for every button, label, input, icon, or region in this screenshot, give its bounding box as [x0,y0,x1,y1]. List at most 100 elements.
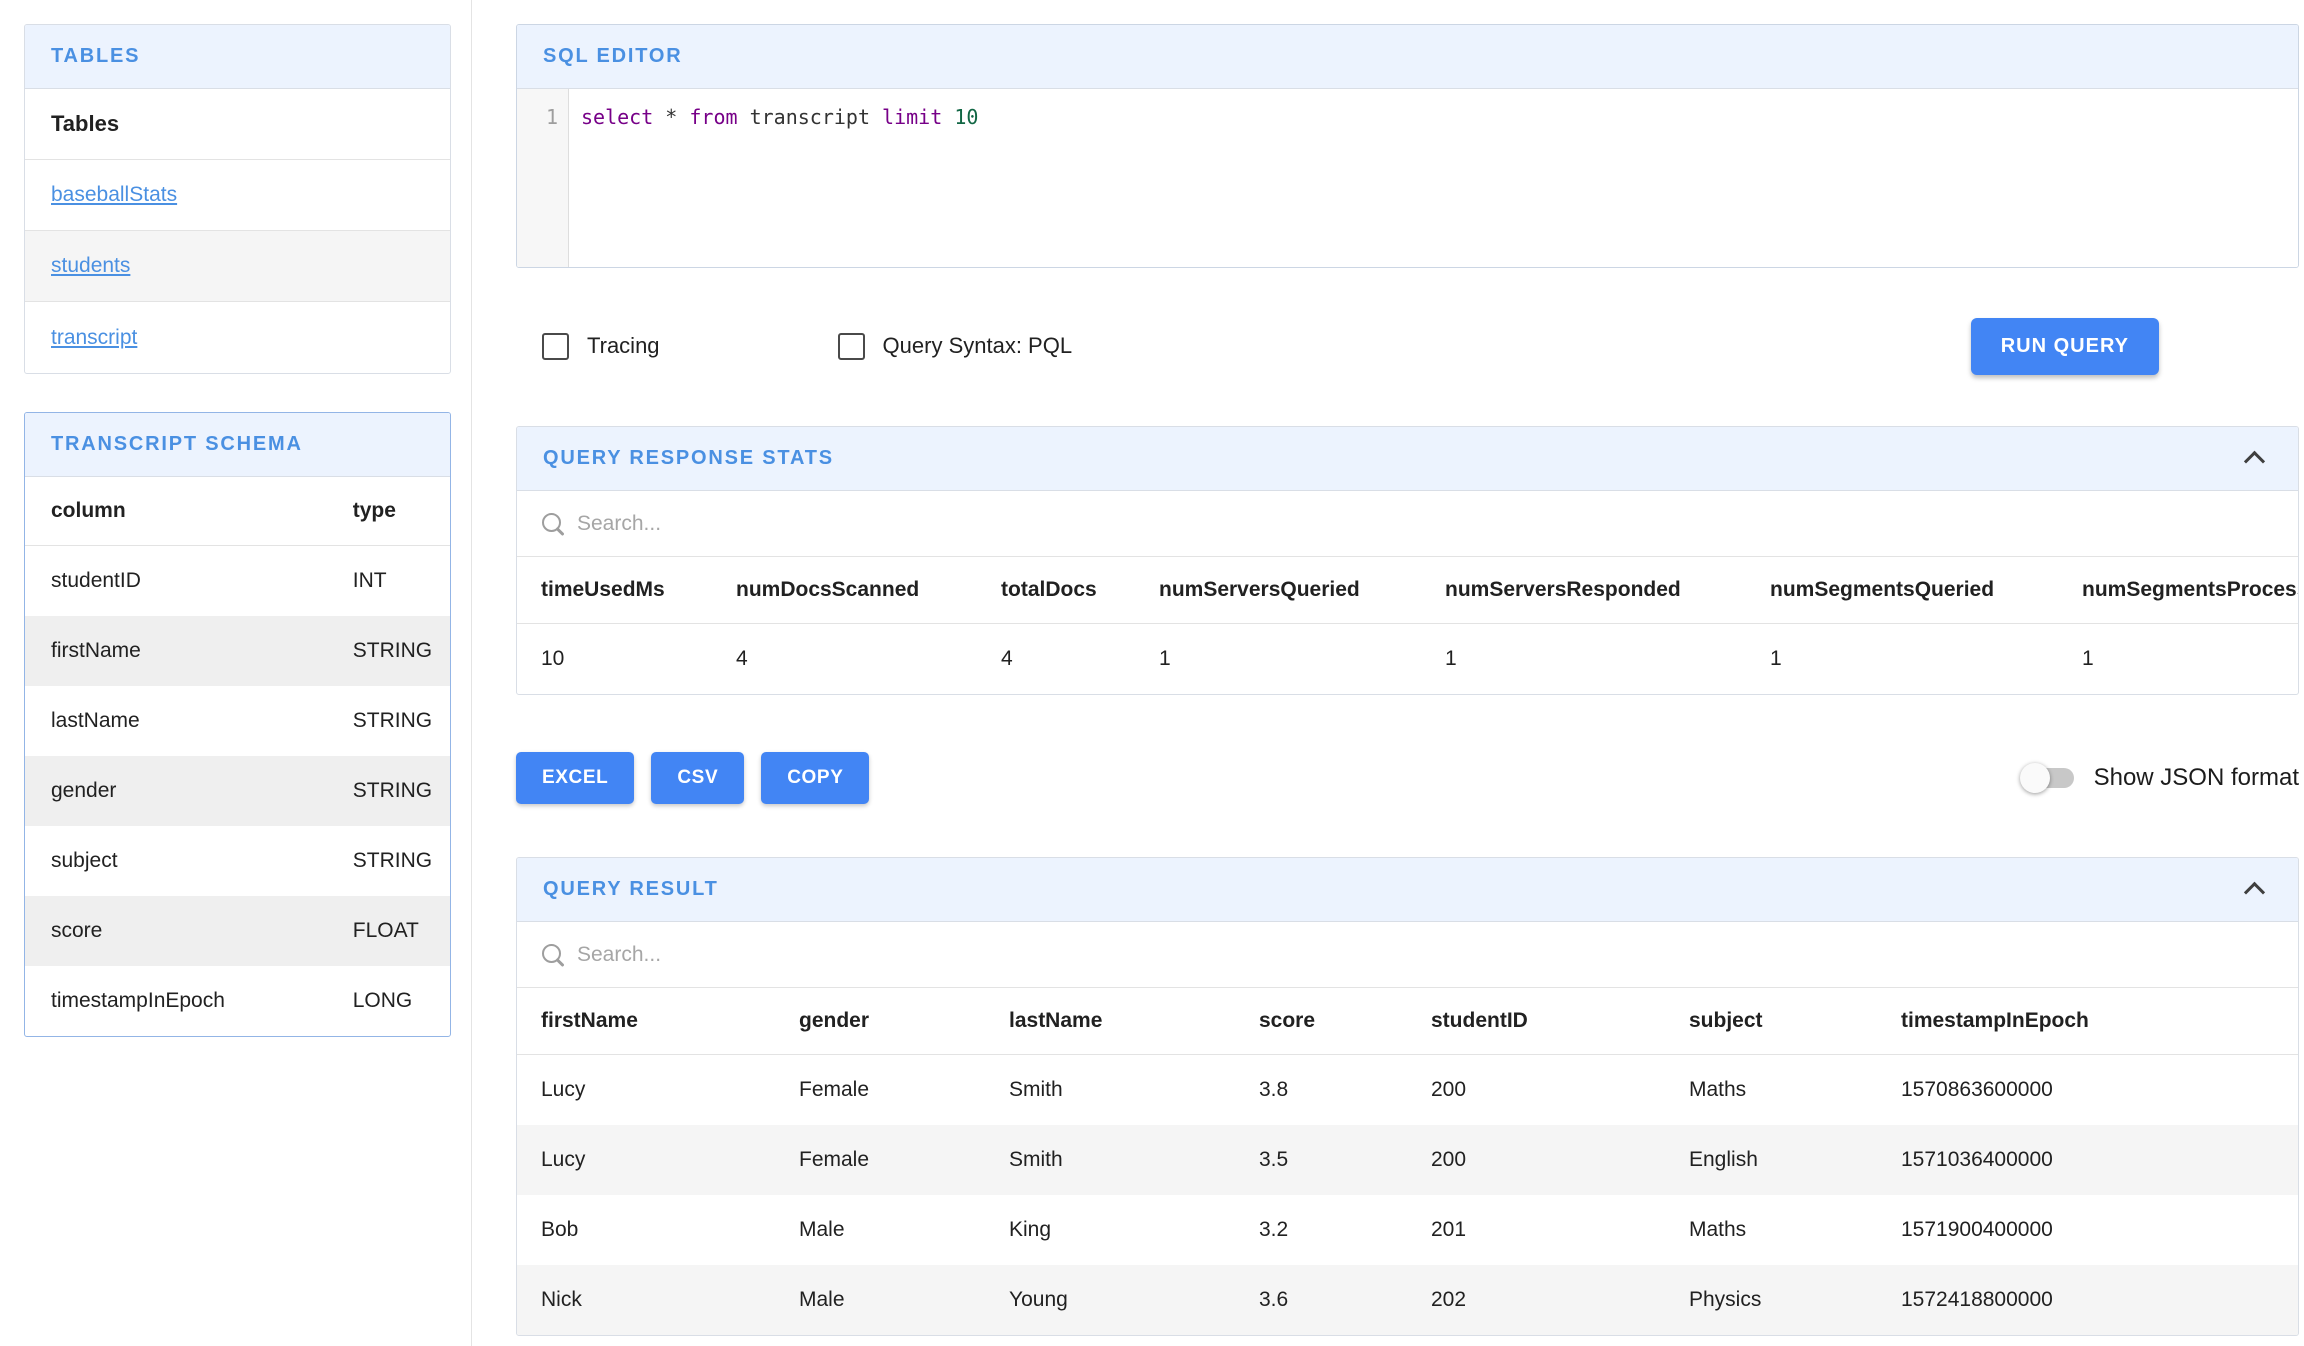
cell: 1 [2058,624,2298,695]
query-response-stats-panel: QUERY RESPONSE STATS timeUsedM [516,426,2299,695]
query-result-panel: QUERY RESULT firstName [516,857,2299,1336]
pql-checkbox[interactable] [838,333,865,360]
result-search-row [517,922,2298,988]
sql-code-editor[interactable]: 1 select * from transcript limit 10 [517,89,2298,267]
transcript-schema-panel: TRANSCRIPT SCHEMA column type studentID … [24,412,451,1037]
result-row: Lucy Female Smith 3.5 200 English 157103… [517,1125,2298,1195]
stats-table: timeUsedMs numDocsScanned totalDocs numS… [517,557,2298,694]
csv-button[interactable]: CSV [651,752,744,804]
result-col-header: gender [775,988,985,1055]
stats-col-header: numServersResponded [1421,557,1746,624]
excel-button[interactable]: EXCEL [516,752,634,804]
stats-panel-title: QUERY RESPONSE STATS [543,447,834,470]
stats-search-input[interactable] [577,512,997,536]
cell: INT [327,546,450,617]
table-row: students [25,231,450,302]
stats-table-wrapper: timeUsedMs numDocsScanned totalDocs numS… [517,557,2298,694]
table-link-baseballStats[interactable]: baseballStats [51,183,177,207]
sidebar: TABLES Tables baseballStats students tra… [24,0,451,1346]
table-link-students[interactable]: students [51,254,130,278]
stats-collapse-button[interactable] [2236,441,2272,477]
table-link-transcript[interactable]: transcript [51,326,137,350]
sql-token: from [689,105,737,129]
cell: Nick [517,1265,775,1335]
line-number: 1 [546,105,558,129]
result-row: Lucy Female Smith 3.8 200 Maths 15708636… [517,1055,2298,1126]
search-icon [541,943,565,967]
stats-col-header: timeUsedMs [517,557,712,624]
cell: 202 [1407,1265,1665,1335]
sql-token: select [581,105,653,129]
stats-col-header: totalDocs [977,557,1135,624]
cell: 3.2 [1235,1195,1407,1265]
json-format-label: Show JSON format [2094,764,2299,792]
cell: LONG [327,966,450,1036]
cell: STRING [327,826,450,896]
table-row: transcript [25,302,450,373]
cell: Male [775,1195,985,1265]
schema-row: firstName STRING [25,616,450,686]
tracing-checkbox[interactable] [542,333,569,360]
stats-col-header: numServersQueried [1135,557,1421,624]
json-format-switch[interactable] [2020,760,2078,796]
tables-list-header: Tables [25,89,450,160]
cell: Male [775,1265,985,1335]
schema-col-header: type [327,477,450,546]
json-format-toggle-group: Show JSON format [2020,760,2299,796]
tables-list: Tables baseballStats students transcript [25,89,450,373]
cell: 1 [1135,624,1421,695]
cell: 1 [1746,624,2058,695]
sql-editor-title: SQL EDITOR [543,45,683,68]
cell: Young [985,1265,1235,1335]
result-row: Nick Male Young 3.6 202 Physics 15724188… [517,1265,2298,1335]
schema-row: studentID INT [25,546,450,617]
stats-data-row: 10 4 4 1 1 1 1 [517,624,2298,695]
cell: Smith [985,1055,1235,1126]
cell: Lucy [517,1055,775,1126]
cell: timestampInEpoch [25,966,327,1036]
cell: STRING [327,756,450,826]
query-controls: Tracing Query Syntax: PQL RUN QUERY [516,316,2299,376]
cell: FLOAT [327,896,450,966]
cell: 200 [1407,1055,1665,1126]
cell: Lucy [517,1125,775,1195]
main-content: SQL EDITOR 1 select * from transcript li… [472,0,2304,1346]
cell: 200 [1407,1125,1665,1195]
schema-panel-title: TRANSCRIPT SCHEMA [51,433,303,456]
result-panel-title: QUERY RESULT [543,878,719,901]
result-search-input[interactable] [577,943,997,967]
sql-token [942,105,954,129]
cell: 1571036400000 [1877,1125,2298,1195]
schema-col-header: column [25,477,327,546]
cell: Female [775,1125,985,1195]
switch-knob [2020,763,2050,793]
schema-header-row: column type [25,477,450,546]
schema-row: subject STRING [25,826,450,896]
copy-button[interactable]: COPY [761,752,869,804]
result-col-header: score [1235,988,1407,1055]
sql-code-line: select * from transcript limit 10 [569,89,978,267]
cell: 1571900400000 [1877,1195,2298,1265]
cell: English [1665,1125,1877,1195]
stats-col-header: numSegmentsQueried [1746,557,2058,624]
sql-token: limit [882,105,942,129]
result-panel-header: QUERY RESULT [517,858,2298,922]
tracing-option: Tracing [542,333,660,360]
sql-token: 10 [954,105,978,129]
sql-token: transcript [738,105,883,129]
cell: Physics [1665,1265,1877,1335]
result-table-wrapper: firstName gender lastName score studentI… [517,988,2298,1335]
cell: Smith [985,1125,1235,1195]
cell: score [25,896,327,966]
cell: 3.5 [1235,1125,1407,1195]
schema-row: score FLOAT [25,896,450,966]
result-collapse-button[interactable] [2236,872,2272,908]
cell: 4 [977,624,1135,695]
result-table: firstName gender lastName score studentI… [517,988,2298,1335]
run-query-button[interactable]: RUN QUERY [1971,318,2159,375]
result-col-header: studentID [1407,988,1665,1055]
cell: studentID [25,546,327,617]
result-col-header: subject [1665,988,1877,1055]
sql-token: * [653,105,689,129]
cell: STRING [327,686,450,756]
